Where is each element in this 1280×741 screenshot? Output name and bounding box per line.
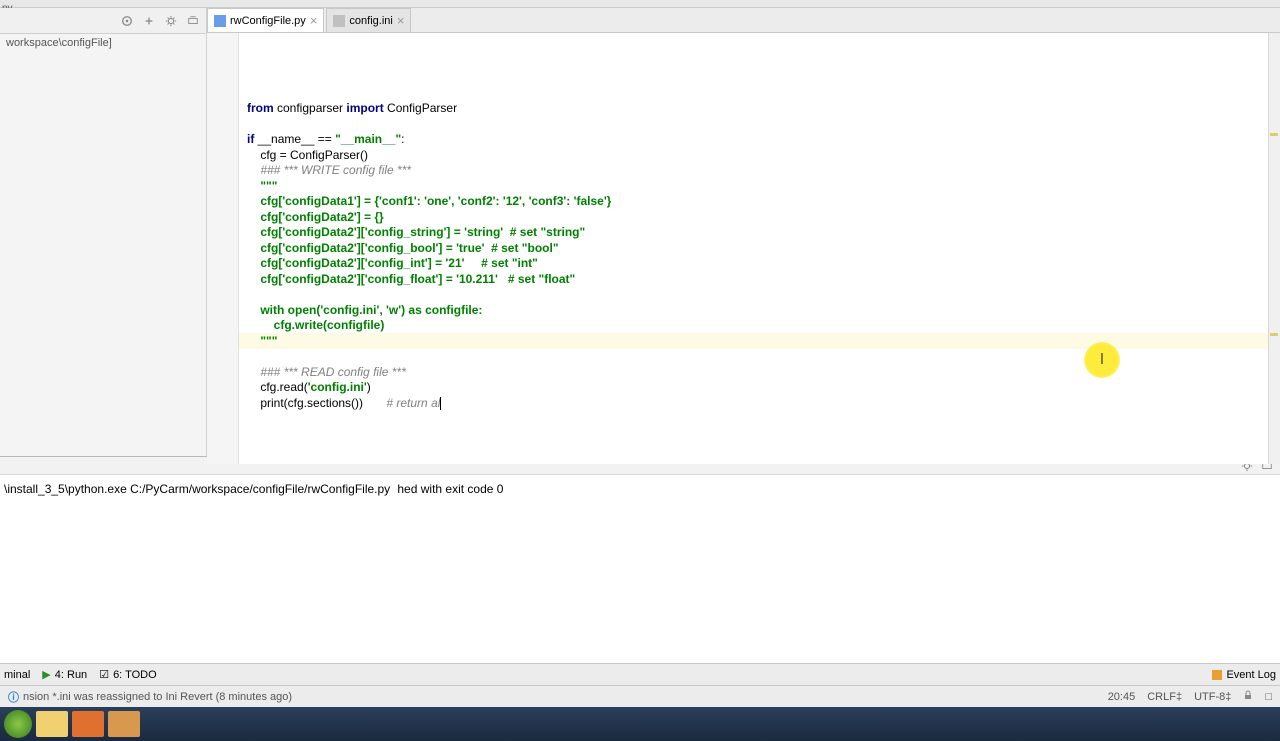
code-content[interactable]: from configparser import ConfigParser if… bbox=[239, 33, 1268, 464]
code-str: cfg['configData2'] = {} bbox=[247, 210, 384, 224]
breadcrumb[interactable]: workspace\configFile] bbox=[0, 34, 206, 52]
console-output[interactable]: \install_3_5\python.exe C:/PyCarm/worksp… bbox=[0, 475, 1280, 663]
target-icon[interactable] bbox=[120, 14, 134, 28]
status-text: nsion *.ini was reassigned to Ini Revert… bbox=[23, 691, 292, 703]
code-str: cfg['configData2']['config_float'] = '10… bbox=[247, 272, 575, 286]
gutter[interactable] bbox=[207, 33, 239, 464]
code-comment: ### *** READ config file *** bbox=[247, 365, 406, 379]
gear-icon[interactable] bbox=[164, 14, 178, 28]
tab-label: 4: Run bbox=[55, 669, 87, 681]
code-str: cfg['configData1'] = {'conf1': 'one', 'c… bbox=[247, 194, 611, 208]
error-stripe[interactable] bbox=[1268, 33, 1280, 464]
firefox-icon[interactable] bbox=[72, 711, 104, 737]
run-tab[interactable]: ▶ 4: Run bbox=[42, 668, 87, 681]
warning-marker[interactable] bbox=[1270, 333, 1278, 336]
close-icon[interactable]: × bbox=[397, 14, 405, 27]
code-kw: if bbox=[247, 132, 258, 146]
editor-tabs: rwConfigFile.py × config.ini × bbox=[207, 8, 1280, 33]
main-row: workspace\configFile] rwConfigFile.py × … bbox=[0, 8, 1280, 456]
code-str: cfg['configData2']['config_int'] = '21' … bbox=[247, 256, 538, 270]
code-text: print(cfg.sections()) bbox=[247, 396, 386, 410]
code-text: cfg = ConfigParser() bbox=[247, 148, 368, 162]
collapse-icon[interactable] bbox=[142, 14, 156, 28]
status-message[interactable]: ⓘ nsion *.ini was reassigned to Ini Reve… bbox=[8, 689, 1108, 705]
tab-rwconfigfile[interactable]: rwConfigFile.py × bbox=[207, 8, 324, 32]
close-icon[interactable]: × bbox=[310, 14, 318, 27]
info-icon: ⓘ bbox=[8, 689, 19, 705]
line-separator[interactable]: CRLF‡ bbox=[1147, 691, 1182, 703]
todo-icon: ☑ bbox=[99, 668, 109, 681]
mouse-highlight: I bbox=[1084, 342, 1120, 378]
code-comment: # return al bbox=[386, 396, 440, 410]
code-text: configparser bbox=[277, 101, 346, 115]
terminal-tab[interactable]: minal bbox=[4, 669, 30, 681]
tab-label: Event Log bbox=[1226, 669, 1276, 681]
code-kw: from bbox=[247, 101, 277, 115]
ini-file-icon bbox=[333, 15, 345, 27]
code-text: : bbox=[401, 132, 404, 146]
status-indicators: 20:45 CRLF‡ UTF-8‡ □ bbox=[1108, 690, 1272, 703]
code-str: "__main__" bbox=[335, 132, 401, 146]
code-str: cfg['configData2']['config_string'] = 's… bbox=[247, 225, 585, 239]
tab-label: 6: TODO bbox=[113, 669, 157, 681]
code-editor[interactable]: from configparser import ConfigParser if… bbox=[207, 33, 1280, 464]
caret-position[interactable]: 20:45 bbox=[1108, 691, 1136, 703]
tool-window-bar: minal ▶ 4: Run ☑ 6: TODO Event Log bbox=[0, 663, 1280, 685]
notification-badge bbox=[1212, 670, 1222, 680]
start-button[interactable] bbox=[4, 710, 32, 738]
todo-tab[interactable]: ☑ 6: TODO bbox=[99, 668, 156, 681]
code-str: cfg.write(configfile) bbox=[247, 318, 384, 332]
code-str: """ bbox=[247, 334, 277, 348]
pycharm-icon[interactable] bbox=[108, 711, 140, 737]
lock-icon[interactable] bbox=[1243, 690, 1253, 703]
sidebar-toolbar bbox=[0, 8, 206, 34]
cursor-char: I bbox=[1100, 351, 1104, 369]
play-icon: ▶ bbox=[42, 668, 50, 681]
hide-icon[interactable] bbox=[186, 14, 200, 28]
code-str: """ bbox=[247, 179, 277, 193]
status-bar: ⓘ nsion *.ini was reassigned to Ini Reve… bbox=[0, 685, 1280, 707]
text-cursor bbox=[440, 397, 441, 410]
inspector-icon[interactable]: □ bbox=[1265, 691, 1272, 703]
code-kw: import bbox=[346, 101, 387, 115]
console-line: hed with exit code 0 bbox=[397, 482, 503, 496]
code-str: cfg['configData2']['config_bool'] = 'tru… bbox=[247, 241, 559, 255]
tab-label: config.ini bbox=[349, 15, 392, 27]
code-str: 'config.ini' bbox=[308, 380, 367, 394]
run-console: \install_3_5\python.exe C:/PyCarm/worksp… bbox=[0, 456, 1280, 663]
console-line: \install_3_5\python.exe C:/PyCarm/worksp… bbox=[4, 482, 390, 496]
tab-label: minal bbox=[4, 669, 30, 681]
python-file-icon bbox=[214, 15, 226, 27]
code-text: cfg.read( bbox=[247, 380, 308, 394]
tab-label: rwConfigFile.py bbox=[230, 15, 306, 27]
editor-area: rwConfigFile.py × config.ini × from conf… bbox=[207, 8, 1280, 456]
project-sidebar[interactable]: workspace\configFile] bbox=[0, 8, 207, 456]
code-text: ) bbox=[367, 380, 371, 394]
file-encoding[interactable]: UTF-8‡ bbox=[1194, 691, 1231, 703]
code-str: with open('config.ini', 'w') as configfi… bbox=[247, 303, 482, 317]
warning-marker[interactable] bbox=[1270, 133, 1278, 136]
explorer-icon[interactable] bbox=[36, 711, 68, 737]
event-log-tab[interactable]: Event Log bbox=[1212, 669, 1276, 681]
code-text: __name__ == bbox=[258, 132, 335, 146]
code-comment: ### *** WRITE config file *** bbox=[247, 163, 411, 177]
titlebar: py bbox=[0, 0, 1280, 8]
tab-configini[interactable]: config.ini × bbox=[326, 8, 411, 32]
windows-taskbar bbox=[0, 707, 1280, 741]
code-text: ConfigParser bbox=[387, 101, 457, 115]
